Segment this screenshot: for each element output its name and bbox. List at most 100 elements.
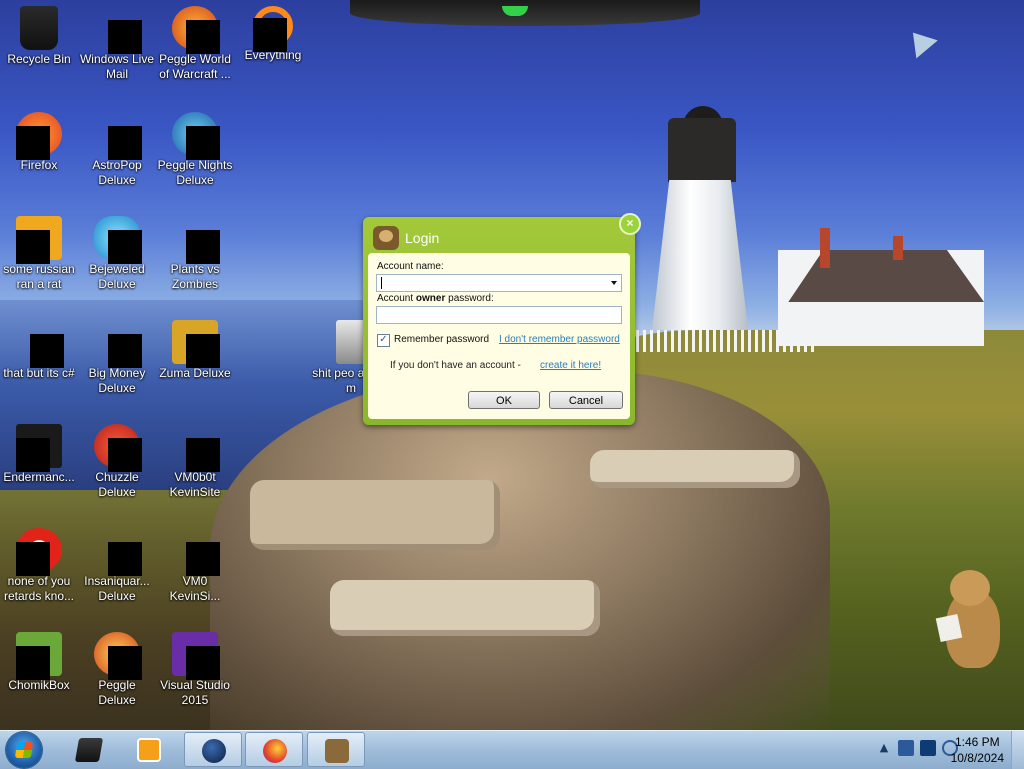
desktop-icon-plants-vs-zombies[interactable]: Plants vs Zombies <box>156 216 234 292</box>
desktop-icon-recycle-bin[interactable]: Recycle Bin <box>0 6 78 67</box>
desktop-icon-browser-shortcut[interactable]: none of you retards kno... <box>0 528 78 604</box>
account-name-combobox[interactable] <box>376 274 622 292</box>
taskbar-item-globe[interactable] <box>184 732 242 767</box>
file-explorer-icon <box>74 738 104 762</box>
network-icon[interactable] <box>898 740 914 756</box>
desktop-icon-bejeweled[interactable]: Bejeweled Deluxe <box>78 216 156 292</box>
recycle-bin-icon <box>20 6 58 50</box>
desktop-icon-label: Chuzzle Deluxe <box>95 470 139 499</box>
desktop-icon-zuma[interactable]: Zuma Deluxe <box>156 320 234 381</box>
clock-time: 1:46 PM <box>954 735 1000 749</box>
dialog-title: Login <box>405 230 440 246</box>
desktop-icon-label: Big Money Deluxe <box>88 366 146 395</box>
desktop-icon-label: Firefox <box>20 158 58 172</box>
search-icon <box>253 6 293 52</box>
cancel-button[interactable]: Cancel <box>549 391 623 409</box>
game-icon <box>94 216 142 264</box>
game-icon <box>172 112 220 160</box>
taskbar-item-chomikbox[interactable] <box>307 732 365 767</box>
desktop-icon-label: Peggle Nights Deluxe <box>157 158 233 187</box>
forgot-password-link[interactable]: I don't remember password <box>499 334 620 345</box>
game-icon <box>94 112 142 160</box>
chomikbox-icon <box>16 632 62 680</box>
game-icon <box>94 424 142 472</box>
start-button[interactable] <box>6 732 42 768</box>
folder-icon <box>336 320 366 364</box>
desktop-icon-label: Endermanc... <box>3 470 75 484</box>
desktop-icon-label: Windows Live Mail <box>79 52 155 81</box>
no-account-text: If you don't have an account - <box>390 360 521 371</box>
monitor-icon[interactable] <box>920 740 936 756</box>
desktop-icon-label: Peggle Deluxe <box>98 678 136 707</box>
taskbar-item-file-explorer[interactable] <box>60 732 118 767</box>
game-icon <box>94 528 142 576</box>
account-name-label: Account name: <box>377 261 444 272</box>
desktop-icon-big-money[interactable]: Big Money Deluxe <box>78 320 156 396</box>
app-icon <box>172 528 220 576</box>
password-label: Account owner password: <box>377 293 494 304</box>
desktop-icon-label: Plants vs Zombies <box>170 262 220 291</box>
show-desktop-button[interactable] <box>1011 731 1024 769</box>
chomikbox-logo-icon <box>373 226 399 250</box>
desktop-icon-label: VM0b0t KevinSite <box>169 470 221 499</box>
desktop-icon-windows-live-mail[interactable]: Windows Live Mail <box>78 6 156 82</box>
game-icon <box>94 632 142 680</box>
wallpaper-rock <box>250 480 500 550</box>
desktop-icon-label: ChomikBox <box>8 678 70 692</box>
taskbar-item-media-player[interactable] <box>120 732 178 767</box>
desktop-icon-label: that but its c# <box>3 366 75 380</box>
desktop-icon-chomikbox[interactable]: ChomikBox <box>0 632 78 693</box>
wallpaper-rock <box>330 580 600 636</box>
system-tray: ▲ <box>876 740 958 756</box>
browser-icon <box>16 528 62 576</box>
app-icon <box>16 216 62 264</box>
tray-expand-icon[interactable]: ▲ <box>876 740 892 756</box>
desktop: Recycle Bin Windows Live Mail Peggle Wor… <box>0 0 1024 730</box>
taskbar: ▲ 1:46 PM 10/8/2024 <box>0 730 1024 769</box>
chevron-down-icon[interactable] <box>611 281 617 285</box>
desktop-icon-label: Peggle World of Warcraft ... <box>159 52 231 81</box>
desktop-icon-endermanch[interactable]: Endermanc... <box>0 424 78 485</box>
desktop-icon-everything[interactable]: Everything <box>234 6 312 63</box>
desktop-icon-russian-rat[interactable]: some russian ran a rat <box>0 216 78 292</box>
globe-icon <box>202 739 226 763</box>
windows-logo-icon <box>14 742 34 758</box>
media-player-icon <box>137 738 161 762</box>
desktop-icon-label: VM0 KevinSi... <box>169 574 221 603</box>
wallpaper-rock <box>590 450 800 488</box>
game-icon <box>172 216 220 264</box>
remember-password-label[interactable]: Remember password <box>394 334 489 345</box>
desktop-icon-label: AstroPop Deluxe <box>92 158 142 187</box>
app-icon <box>16 320 64 368</box>
taskbar-item-firefox[interactable] <box>245 732 303 767</box>
password-field[interactable] <box>376 306 622 324</box>
desktop-icon-label: Bejeweled Deluxe <box>89 262 145 291</box>
desktop-icon-vm0b0t[interactable]: VM0b0t KevinSite <box>156 424 234 500</box>
desktop-icon-visual-studio[interactable]: Visual Studio 2015 <box>156 632 234 708</box>
desktop-icon-label: none of you retards kno... <box>3 574 75 603</box>
create-account-link[interactable]: create it here! <box>540 360 601 371</box>
desktop-icon-label: some russian ran a rat <box>3 262 75 291</box>
dialog-body: Account name: Account owner password: ✓ … <box>368 253 630 419</box>
desktop-icon-peggle-wow[interactable]: Peggle World of Warcraft ... <box>156 6 234 82</box>
desktop-icon-chuzzle[interactable]: Chuzzle Deluxe <box>78 424 156 500</box>
desktop-icon-insaniquarium[interactable]: Insaniquar... Deluxe <box>78 528 156 604</box>
chomikbox-icon <box>325 739 349 763</box>
desktop-icon-that-but-csharp[interactable]: that but its c# <box>0 320 78 381</box>
desktop-icon-firefox[interactable]: Firefox <box>0 112 78 173</box>
game-icon <box>94 320 142 368</box>
desktop-icon-vm0-kevinsite[interactable]: VM0 KevinSi... <box>156 528 234 604</box>
ok-button[interactable]: OK <box>468 391 540 409</box>
app-icon <box>172 424 220 472</box>
system-clock[interactable]: 1:46 PM 10/8/2024 <box>951 734 1004 766</box>
login-dialog: Login × Account name: Account owner pass… <box>363 213 641 425</box>
top-gadget-bar <box>350 0 700 26</box>
app-icon <box>16 424 62 472</box>
desktop-icon-peggle-nights[interactable]: Peggle Nights Deluxe <box>156 112 234 188</box>
desktop-icon-astropop[interactable]: AstroPop Deluxe <box>78 112 156 188</box>
game-icon <box>172 320 220 368</box>
desktop-icon-peggle-deluxe[interactable]: Peggle Deluxe <box>78 632 156 708</box>
clock-date: 10/8/2024 <box>950 751 1004 765</box>
close-button[interactable]: × <box>619 213 641 235</box>
remember-password-checkbox[interactable]: ✓ <box>377 334 390 347</box>
